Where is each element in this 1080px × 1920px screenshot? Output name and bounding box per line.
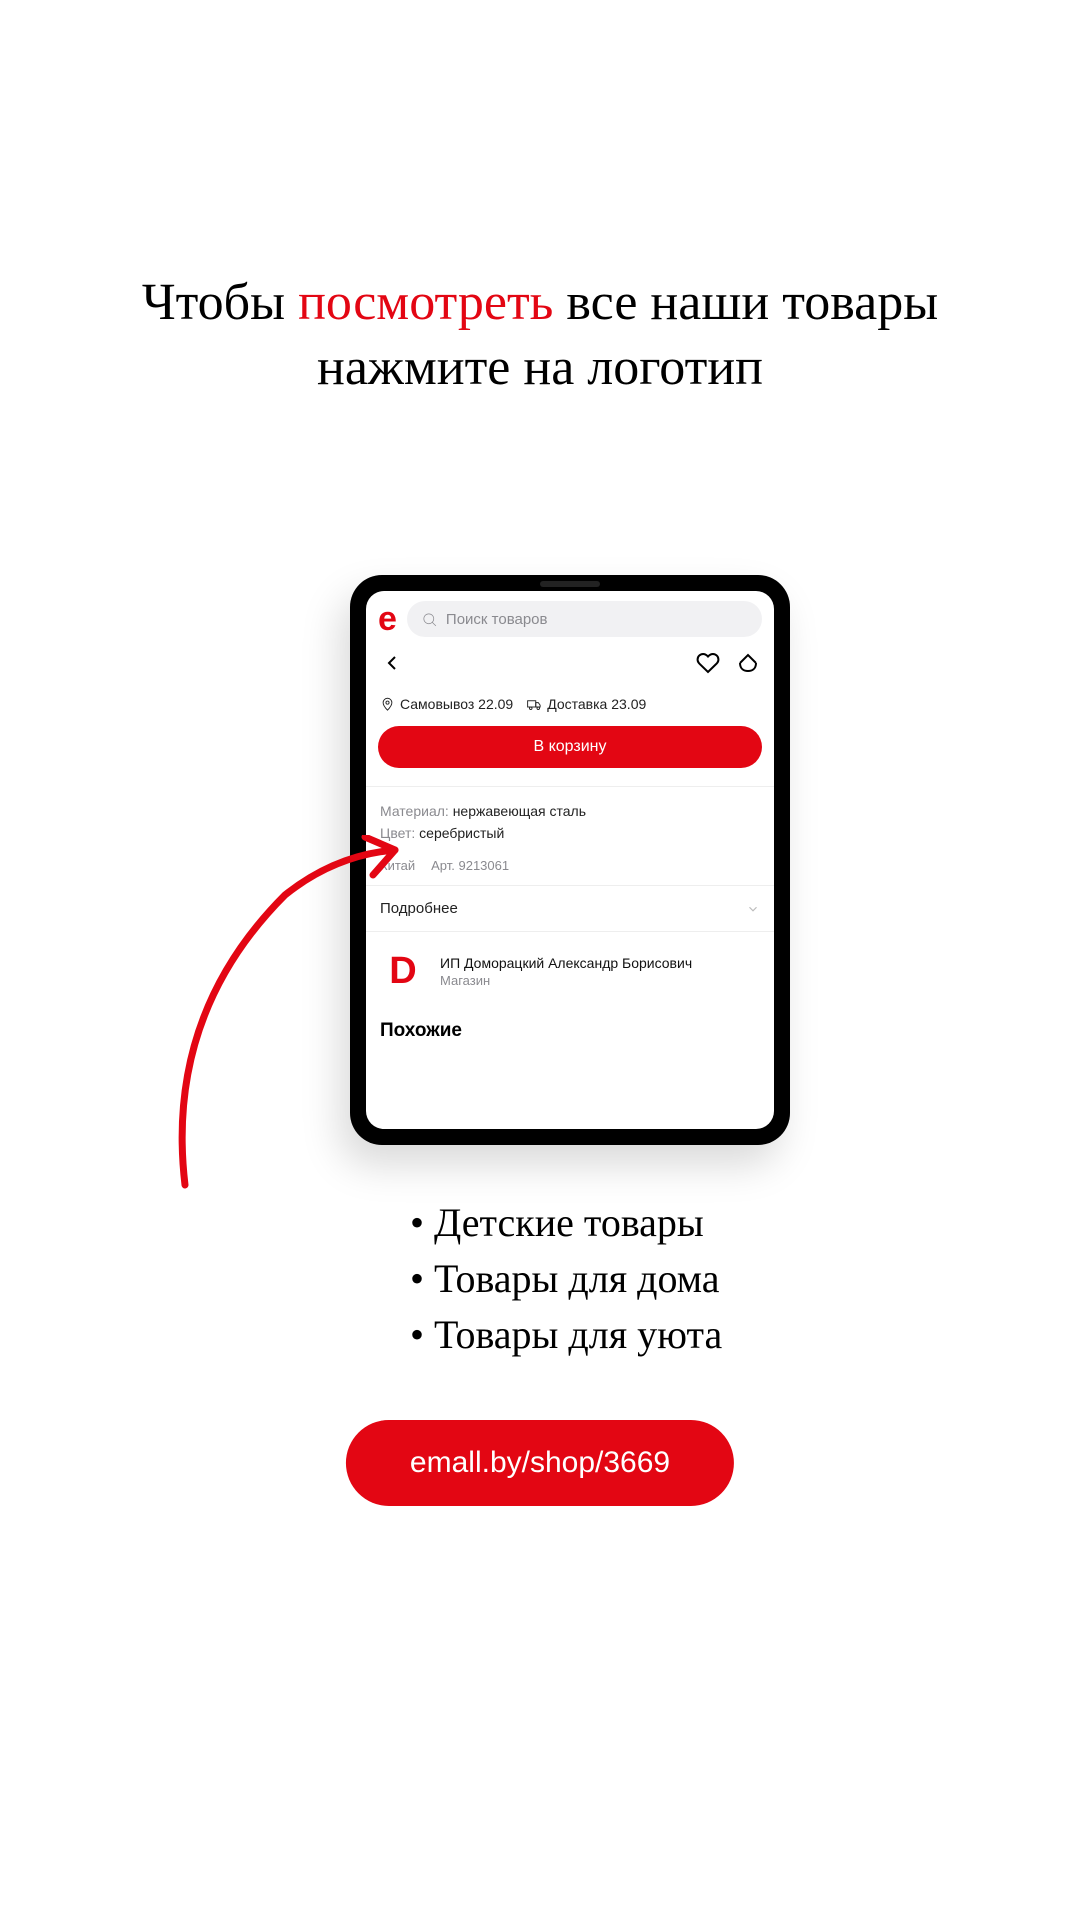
pickup-label: Самовывоз 22.09 xyxy=(400,696,513,712)
search-input[interactable]: Поиск товаров xyxy=(407,601,762,637)
chevron-down-icon xyxy=(746,902,760,916)
bullet-item-2: Товары для дома xyxy=(410,1251,722,1307)
tablet-camera xyxy=(540,581,600,587)
more-details-row[interactable]: Подробнее xyxy=(366,885,774,932)
search-placeholder: Поиск товаров xyxy=(446,611,548,628)
spec-color-value: серебристый xyxy=(419,825,504,841)
shop-text: ИП Доморацкий Александр Борисович Магази… xyxy=(440,955,692,988)
heading-line2: нажмите на логотип xyxy=(317,339,763,396)
share-button[interactable] xyxy=(736,651,760,680)
share-icon xyxy=(736,651,760,675)
cta-url: emall.by/shop/3669 xyxy=(410,1446,670,1479)
chevron-left-icon xyxy=(380,651,404,675)
app-screen: e Поиск товаров Самовывоз 22 xyxy=(366,591,774,1129)
bullet-item-1: Детские товары xyxy=(410,1195,722,1251)
bullet-item-3: Товары для уюта xyxy=(410,1307,722,1363)
heading-accent: посмотреть xyxy=(298,274,553,331)
similar-heading: Похожие xyxy=(366,1004,774,1042)
heading-part2: все наши товары xyxy=(553,274,938,331)
heading-part1: Чтобы xyxy=(142,274,298,331)
bullet-list: Детские товары Товары для дома Товары дл… xyxy=(410,1195,722,1363)
back-button[interactable] xyxy=(380,651,404,680)
spec-material-value: нержавеющая сталь xyxy=(453,803,586,819)
delivery-row: Самовывоз 22.09 Доставка 23.09 xyxy=(366,682,774,722)
spec-material-label: Материал: xyxy=(380,803,449,819)
tablet-frame: e Поиск товаров Самовывоз 22 xyxy=(350,575,790,1145)
shop-name: ИП Доморацкий Александр Борисович xyxy=(440,955,692,971)
location-icon xyxy=(380,697,395,712)
delivery-label: Доставка 23.09 xyxy=(547,696,646,712)
app-logo[interactable]: e xyxy=(378,602,397,636)
shop-block[interactable]: D ИП Доморацкий Александр Борисович Мага… xyxy=(366,932,774,1004)
shop-subtitle: Магазин xyxy=(440,973,692,988)
pickup-info: Самовывоз 22.09 xyxy=(380,696,513,712)
search-icon xyxy=(421,611,438,628)
add-to-cart-button[interactable]: В корзину xyxy=(378,726,762,768)
favorite-button[interactable] xyxy=(696,651,720,680)
arrow-annotation xyxy=(155,835,415,1195)
page-heading: Чтобы посмотреть все наши товары нажмите… xyxy=(0,270,1080,400)
nav-row xyxy=(366,645,774,682)
product-specs: Материал: нержавеющая сталь Цвет: серебр… xyxy=(366,787,774,852)
product-meta: Китай Арт. 9213061 xyxy=(366,852,774,885)
delivery-info: Доставка 23.09 xyxy=(527,696,646,712)
truck-icon xyxy=(527,697,542,712)
cart-button-label: В корзину xyxy=(533,738,606,756)
top-bar: e Поиск товаров xyxy=(366,591,774,645)
cta-pill[interactable]: emall.by/shop/3669 xyxy=(346,1420,734,1506)
article-label: Арт. 9213061 xyxy=(431,858,509,873)
heart-icon xyxy=(696,651,720,675)
